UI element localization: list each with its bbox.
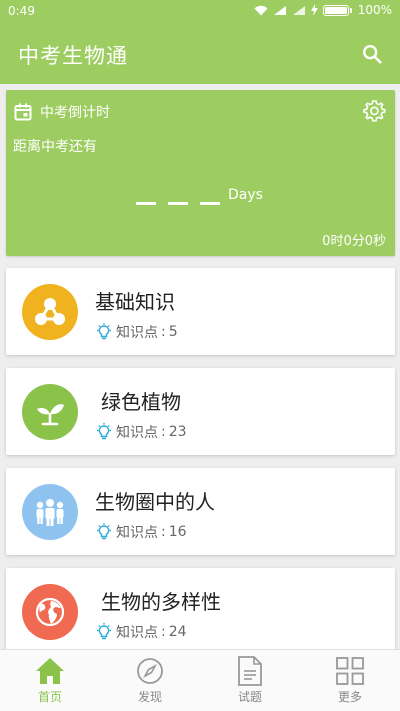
app-title: 中考生物通: [18, 44, 128, 68]
lightbulb-icon: [97, 523, 111, 540]
tab-home[interactable]: 首页: [0, 650, 100, 711]
charging-icon: [310, 4, 318, 16]
topic-icon-circle: [22, 584, 78, 640]
topic-meta-separator: :: [161, 624, 166, 640]
topic-count: 5: [168, 324, 178, 340]
topic-meta-separator: :: [161, 324, 166, 340]
battery-fill: [324, 6, 347, 14]
tab-discover[interactable]: 发现: [100, 650, 200, 711]
status-icons: 100%: [254, 3, 392, 17]
home-icon: [35, 656, 65, 686]
days-placeholder: [136, 202, 220, 205]
signal-icon: [292, 5, 305, 15]
tab-more[interactable]: 更多: [300, 650, 400, 711]
topic-card[interactable]: 基础知识 知识点: 5: [6, 268, 395, 355]
globe-icon: [35, 597, 65, 627]
topic-card[interactable]: 生物圈中的人 知识点: 16: [6, 468, 395, 555]
lightbulb-icon: [97, 323, 111, 340]
countdown-header: 中考倒计时: [14, 102, 110, 122]
topic-meta: 知识点: 24: [95, 622, 187, 642]
app-bar: 中考生物通: [0, 24, 400, 84]
topic-title: 基础知识: [95, 290, 175, 314]
topic-meta-label: 知识点: [116, 325, 158, 341]
status-bar: 0:49 100%: [0, 0, 400, 24]
lightbulb-icon: [97, 423, 111, 440]
topic-title: 生物的多样性: [101, 590, 221, 614]
countdown-subtitle: 距离中考还有: [13, 139, 97, 155]
days-unit: Days: [228, 187, 263, 203]
tab-label: 试题: [237, 690, 262, 704]
search-icon: [363, 45, 382, 64]
status-time: 0:49: [8, 4, 35, 18]
topic-icon-circle: [22, 484, 78, 540]
calendar-icon: [14, 103, 32, 121]
tab-label: 发现: [137, 690, 162, 704]
battery-icon: [322, 4, 352, 16]
network-icon: [35, 298, 65, 325]
topic-icon-circle: [22, 284, 78, 340]
signal-icon: [273, 5, 286, 15]
tab-label: 首页: [37, 690, 62, 704]
sprout-icon: [37, 404, 64, 426]
wifi-icon: [254, 5, 268, 15]
tab-label: 更多: [337, 690, 362, 704]
bottom-tab-bar: 首页 发现 试题 更多: [0, 649, 400, 711]
countdown-settings-button[interactable]: [361, 98, 387, 128]
battery-percent: 100%: [357, 3, 392, 17]
countdown-title: 中考倒计时: [40, 105, 110, 121]
topic-meta-label: 知识点: [116, 425, 158, 441]
topic-meta: 知识点: 16: [95, 522, 187, 542]
compass-icon: [135, 656, 165, 686]
people-icon: [36, 499, 64, 526]
digit-dash: [168, 202, 188, 205]
topic-meta: 知识点: 23: [95, 422, 187, 442]
topic-title: 绿色植物: [101, 390, 181, 414]
digit-dash: [200, 202, 220, 205]
gear-icon: [363, 100, 386, 122]
topic-meta-separator: :: [161, 424, 166, 440]
topic-icon-circle: [22, 384, 78, 440]
grid-icon: [335, 656, 365, 686]
document-icon: [235, 656, 265, 686]
topic-meta-label: 知识点: [116, 625, 158, 641]
topic-count: 24: [168, 624, 187, 640]
countdown-card: 中考倒计时 距离中考还有 Days 0时0分0秒: [6, 90, 395, 256]
tab-questions[interactable]: 试题: [200, 650, 300, 711]
digit-dash: [136, 202, 156, 205]
topic-meta: 知识点: 5: [95, 322, 178, 342]
topic-title: 生物圈中的人: [95, 490, 215, 514]
topic-card[interactable]: 绿色植物 知识点: 23: [6, 368, 395, 455]
topic-meta-separator: :: [161, 524, 166, 540]
time-remaining: 0时0分0秒: [322, 234, 386, 249]
lightbulb-icon: [97, 623, 111, 640]
search-button[interactable]: [358, 40, 386, 68]
topic-card[interactable]: 生物的多样性 知识点: 24: [6, 568, 395, 655]
topic-meta-label: 知识点: [116, 525, 158, 541]
topic-count: 23: [168, 424, 187, 440]
topic-count: 16: [168, 524, 187, 540]
